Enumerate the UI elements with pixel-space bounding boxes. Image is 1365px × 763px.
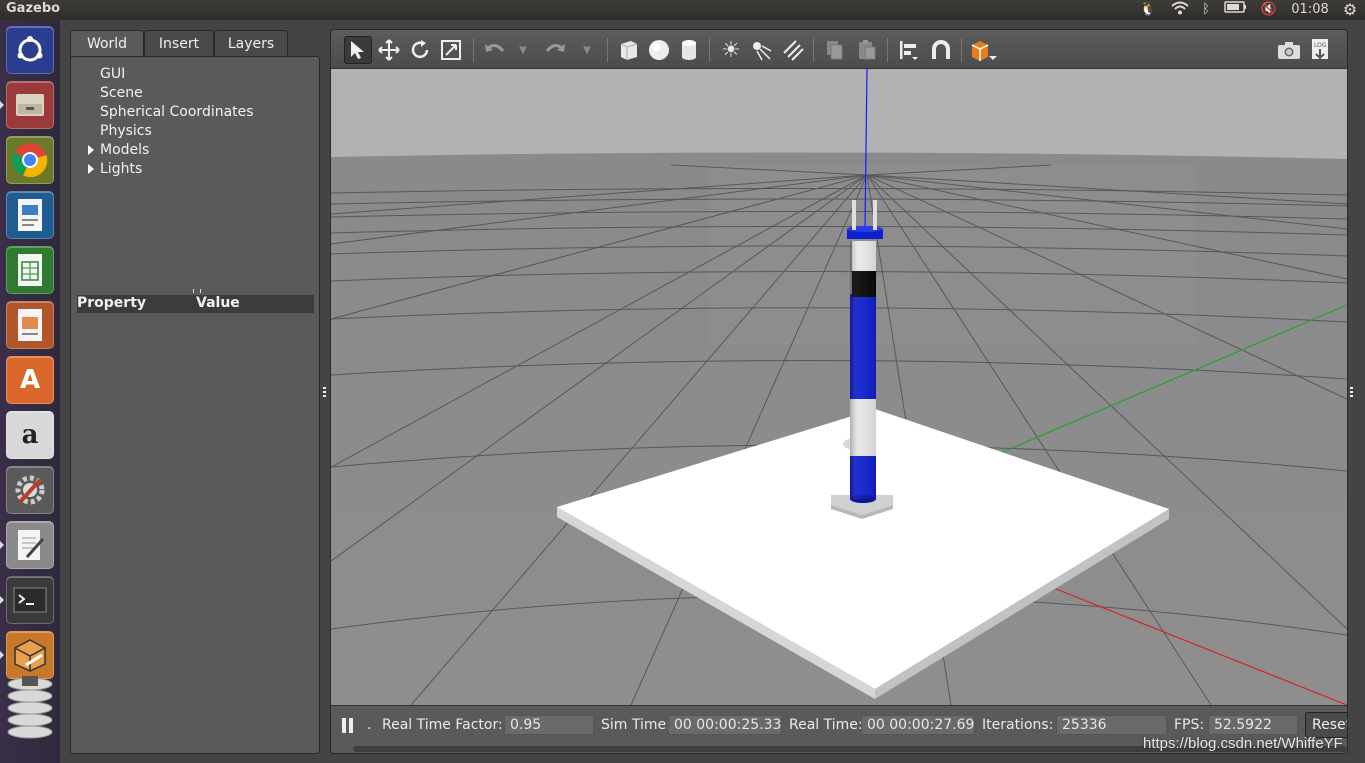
real-time-label: Real Time:	[789, 717, 863, 733]
box-shape-icon[interactable]	[615, 36, 643, 64]
tree-item-lights[interactable]: Lights	[100, 161, 142, 177]
splitter-handle[interactable]	[193, 289, 201, 293]
svg-text:LOG: LOG	[1314, 42, 1327, 49]
real-time-value: 00 00:00:27.697	[861, 715, 975, 735]
sim-time-label: Sim Time:	[601, 717, 671, 733]
tab-insert[interactable]: Insert	[144, 30, 214, 57]
app-title: Gazebo	[6, 1, 61, 16]
shopping-bag-icon[interactable]: A	[6, 356, 54, 404]
toolbar-separator	[887, 38, 888, 62]
property-column-header[interactable]: Property	[77, 295, 146, 311]
tree-item-models[interactable]: Models	[100, 142, 149, 158]
expand-arrow-icon[interactable]	[88, 145, 94, 155]
translate-icon[interactable]	[375, 36, 403, 64]
iterations-value: 25336	[1056, 715, 1167, 735]
property-table-header: Property Value	[77, 295, 314, 313]
left-panel-resize-handle[interactable]	[323, 387, 326, 399]
amazon-icon[interactable]: a	[6, 411, 54, 459]
pause-icon-bar	[349, 718, 353, 733]
fps-value: 52.5922	[1208, 715, 1298, 735]
real-time-factor-value: 0.95	[504, 715, 594, 735]
value-column-header[interactable]: Value	[196, 295, 240, 311]
cylinder-shape-icon[interactable]	[675, 36, 703, 64]
stacked-disks-icon[interactable]	[6, 676, 54, 739]
tab-layers[interactable]: Layers	[214, 30, 288, 57]
tree-item-gui[interactable]: GUI	[100, 66, 125, 82]
toolbar-separator	[813, 38, 814, 62]
terminal-icon[interactable]	[6, 576, 54, 624]
view-angle-icon[interactable]	[969, 36, 997, 64]
undo-dropdown-icon[interactable]: ▼	[509, 36, 537, 64]
directional-light-icon[interactable]	[779, 36, 807, 64]
right-panel-resize-handle[interactable]	[1350, 387, 1353, 399]
chrome-icon[interactable]	[6, 136, 54, 184]
tree-item-physics[interactable]: Physics	[100, 123, 152, 139]
gazebo-window: World Insert Layers GUI Scene Spherical …	[60, 20, 1365, 763]
real-time-factor-label: Real Time Factor:	[382, 717, 503, 733]
ubuntu-logo-icon[interactable]	[6, 26, 54, 74]
3d-viewport[interactable]	[331, 69, 1347, 705]
fps-label: FPS:	[1174, 717, 1205, 733]
iterations-label: Iterations:	[982, 717, 1054, 733]
world-panel: GUI Scene Spherical Coordinates Physics …	[70, 56, 320, 754]
screenshot-camera-icon[interactable]	[1275, 36, 1303, 64]
log-record-icon[interactable]: LOG	[1307, 36, 1335, 64]
toolbar-separator	[961, 38, 962, 62]
running-indicator	[0, 101, 4, 109]
point-light-icon[interactable]: ☀	[717, 36, 745, 64]
expand-arrow-icon[interactable]	[88, 164, 94, 174]
align-icon[interactable]	[895, 36, 923, 64]
clock[interactable]: 01:08	[1290, 0, 1330, 20]
linux-penguin-icon[interactable]: 🐧	[1137, 0, 1159, 20]
power-gear-icon[interactable]: ⚙	[1339, 0, 1361, 20]
toolbar-separator	[607, 38, 608, 62]
rotate-icon[interactable]	[406, 36, 434, 64]
toolbar: ▼ ▼ ☀ LOG	[331, 30, 1347, 69]
scene-render	[331, 69, 1347, 705]
render-panel: ▼ ▼ ☀ LOG . Real Time Factor: 0.95 Sim T…	[330, 29, 1348, 754]
tree-item-spherical-coordinates[interactable]: Spherical Coordinates	[100, 104, 254, 120]
document-icon[interactable]	[6, 191, 54, 239]
redo-icon[interactable]	[541, 36, 569, 64]
watermark: https://blog.csdn.net/WhiffeYF	[1143, 735, 1343, 752]
spot-light-icon[interactable]	[747, 36, 775, 64]
tree-item-scene[interactable]: Scene	[100, 85, 143, 101]
notepad-icon[interactable]	[6, 521, 54, 569]
settings-wrench-icon[interactable]	[6, 466, 54, 514]
toolbar-separator	[473, 38, 474, 62]
volume-muted-icon[interactable]: 🔇	[1258, 0, 1280, 20]
tab-world[interactable]: World	[70, 30, 144, 59]
shadow-area	[709, 165, 1197, 345]
presentation-icon[interactable]	[6, 301, 54, 349]
sim-time-value: 00 00:00:25.336	[668, 715, 782, 735]
running-indicator	[0, 596, 4, 604]
battery-icon[interactable]	[1222, 0, 1250, 20]
launcher: A a	[0, 20, 60, 763]
snap-magnet-icon[interactable]	[927, 36, 955, 64]
undo-icon[interactable]	[481, 36, 509, 64]
paste-icon[interactable]	[853, 36, 881, 64]
select-arrow-icon[interactable]	[344, 36, 372, 64]
running-indicator	[0, 541, 4, 549]
sky	[331, 69, 1347, 159]
spreadsheet-icon[interactable]	[6, 246, 54, 294]
sphere-shape-icon[interactable]	[645, 36, 673, 64]
pause-icon[interactable]	[342, 718, 346, 733]
bluetooth-icon[interactable]: ᛒ	[1198, 0, 1214, 20]
redo-dropdown-icon[interactable]: ▼	[573, 36, 601, 64]
copy-icon[interactable]	[821, 36, 849, 64]
file-cabinet-icon[interactable]	[6, 81, 54, 129]
toolbar-separator	[709, 38, 710, 62]
scale-icon[interactable]	[437, 36, 465, 64]
step-button[interactable]: .	[367, 717, 371, 733]
top-panel: Gazebo 🐧 ᛒ 🔇 01:08 ⚙	[0, 0, 1365, 20]
wifi-icon[interactable]	[1168, 0, 1192, 20]
running-indicator	[0, 651, 4, 659]
